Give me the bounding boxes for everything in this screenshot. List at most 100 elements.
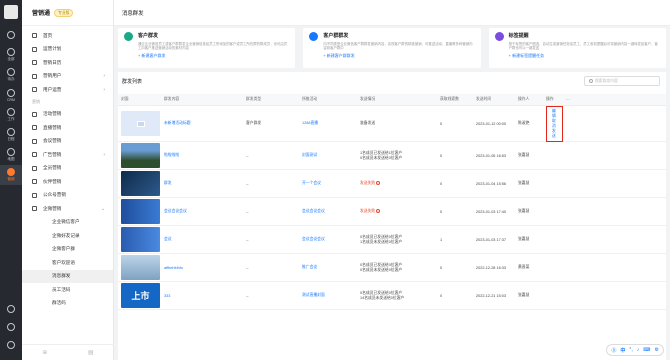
broadcast-type: 客户群发: [246, 121, 262, 125]
ime-item[interactable]: ♪: [637, 347, 640, 353]
sidebar-item-label: 运营计划: [43, 46, 62, 52]
rail-item-7[interactable]: 营销: [0, 165, 22, 185]
sidebar-item[interactable]: 活动营销: [22, 108, 113, 122]
content-link[interactable]: 333: [161, 294, 243, 298]
activity-link[interactable]: 测试直播封面: [299, 293, 357, 298]
sidebar-subitem[interactable]: 企微客户群: [22, 243, 113, 257]
rail-item-4[interactable]: 工作: [0, 105, 22, 125]
ime-item[interactable]: °,: [629, 347, 632, 353]
sidebar-subitem[interactable]: 消息群发: [22, 269, 113, 283]
card-create-link[interactable]: + 新建客户群群发: [323, 53, 474, 59]
card-create-link[interactable]: + 新建标签提醒任务: [509, 53, 660, 59]
nav-icon: [32, 179, 37, 185]
sidebar-subitem[interactable]: 员工活码: [22, 283, 113, 297]
sidebar-item[interactable]: 广告营销 ›: [22, 148, 113, 162]
rail-item-2[interactable]: 待办: [0, 65, 22, 85]
rail-item-3[interactable]: CRM: [0, 85, 22, 105]
send-status: 1名成员已发送给1位客户 0名成员未发送给0位客户: [357, 151, 437, 161]
rail-item-6[interactable]: 地图: [0, 145, 22, 165]
sidebar-item[interactable]: 营销用户 ›: [22, 70, 113, 84]
ime-item[interactable]: ⚙: [655, 347, 659, 353]
sidebar-item-label: 用户运营: [43, 86, 62, 92]
content-link[interactable]: 啦啦啦啦: [161, 153, 243, 158]
leads-count: 0: [440, 209, 443, 214]
table-row[interactable]: 啦啦啦啦 -- 封面测试 1名成员已发送给1位客户 0名成员未发送给0位客户 0 2023-…: [118, 142, 666, 170]
activity-link[interactable]: 会议会议会议: [299, 237, 357, 242]
sidebar-subitem[interactable]: 企微好友记录: [22, 229, 113, 243]
cover-thumbnail: [121, 227, 160, 252]
collapse-icon[interactable]: ⊕: [42, 349, 47, 356]
table-row[interactable]: 会议会议会议 -- 会议会议会议 发送失败 0 2023-01-03 17:40 张嘉慧: [118, 198, 666, 226]
activity-link[interactable]: 推广会议: [299, 265, 357, 270]
sidebar-item[interactable]: 营销日历: [22, 56, 113, 70]
broadcast-type: --: [246, 153, 249, 158]
sidebar-subitem[interactable]: 群活码: [22, 297, 113, 311]
broadcast-type: --: [246, 265, 249, 270]
content-link[interactable]: affbehfdhfo: [161, 266, 243, 270]
activity-link[interactable]: 会议会议会议: [299, 209, 357, 214]
send-time: 2023-01-03 17:37: [476, 237, 506, 242]
table-row[interactable]: 群发 -- 开一个会议 发送失败 0 2023-01-04 15:56 张嘉慧: [118, 170, 666, 198]
pin-icon[interactable]: ▤: [88, 349, 94, 356]
activity-link[interactable]: 1288直播: [299, 121, 357, 126]
warning-icon[interactable]: [376, 181, 381, 185]
activity-link[interactable]: 开一个会议: [299, 181, 357, 186]
rail-label: 待办: [7, 77, 15, 81]
settings-icon[interactable]: [0, 318, 22, 336]
rail-item-1[interactable]: 全部: [0, 45, 22, 65]
sidebar-item[interactable]: 首页: [22, 29, 113, 43]
power-icon[interactable]: [0, 336, 22, 354]
card-create-link[interactable]: + 新建客户群发: [138, 53, 289, 59]
sidebar-item-label: 活动营销: [43, 111, 62, 117]
sidebar-item[interactable]: 企微营销 ⌄: [22, 202, 113, 216]
sidebar-item[interactable]: 伙伴营销: [22, 175, 113, 189]
sidebar-item-label: 营销用户: [43, 73, 62, 79]
table-row[interactable]: 会议 -- 会议会议会议 0名成员已发送给0位客户 1名成员未发送给0位客户 1 2023-…: [118, 226, 666, 254]
sidebar-footer: ⊕ ▤: [22, 344, 114, 360]
feature-card: 标签提醒 基于标签的客户圈选，自动生成营销任务给员工，员工收到提醒后可将营销内容一…: [488, 28, 666, 68]
edit-button[interactable]: 编辑: [552, 109, 557, 119]
send-status: 发送失败: [357, 181, 437, 186]
ime-item[interactable]: ⌨: [643, 347, 650, 353]
sidebar-subitem[interactable]: 客户欢迎语: [22, 256, 113, 270]
sidebar-item[interactable]: 用户运营 ›: [22, 83, 113, 97]
column-header: 发送时间: [476, 97, 492, 101]
ime-toolbar[interactable]: ⓪ 中 °, ♪ ⌨ ⚙: [606, 344, 664, 356]
cancel-send-button[interactable]: 取消发送: [552, 119, 557, 139]
table-row[interactable]: 未新增活动标题 客户群发 1288直播 准备发送 0 2023-01-12 00:00 陈淑…: [118, 105, 666, 142]
help-icon[interactable]: [0, 300, 22, 318]
sidebar-item-label: 首页: [43, 32, 53, 38]
sidebar-item[interactable]: 公众号营销: [22, 189, 113, 203]
column-header: ···: [566, 97, 570, 102]
sidebar-item[interactable]: 直播营销: [22, 121, 113, 135]
cover-cell: [118, 255, 161, 280]
content-link[interactable]: 未新增活动标题: [161, 121, 243, 126]
sidebar-section-label: 营销: [32, 99, 40, 104]
sidebar-item[interactable]: 全员营销: [22, 162, 113, 176]
search-input[interactable]: 搜索群发内容: [584, 76, 660, 86]
content-link[interactable]: 会议会议会议: [161, 209, 243, 214]
sidebar: 营销通 专业版 首页 运营计划 营销日历 营销用户 › 用户运营 › 营销 活动营销 直播营销 会议…: [22, 0, 114, 360]
sidebar-subitem[interactable]: 企业微信客户: [22, 216, 113, 230]
ime-item[interactable]: 中: [620, 347, 625, 354]
broadcast-type: --: [246, 181, 249, 186]
clock-icon: [7, 48, 15, 56]
feature-card: 客户群群发 向不同类型企业微信客户群群发营销内容，实现客户群的精准营销，可推送活动…: [303, 28, 481, 68]
warning-icon[interactable]: [376, 209, 381, 213]
table-row[interactable]: 上市 333 -- 测试直播封面 0名成员已发送给0位客户 14名成员未发送给0位客户 0 2…: [118, 282, 666, 310]
sidebar-item[interactable]: 会议营销: [22, 135, 113, 149]
rail-item-0[interactable]: [0, 25, 22, 45]
column-header: 获取线索数: [440, 97, 459, 101]
cover-thumbnail: [121, 171, 160, 196]
table-row[interactable]: affbehfdhfo -- 推广会议 0名成员已发送给0位客户 0名成员未发送给0位客…: [118, 254, 666, 282]
status-line: 0名成员未发送给0位客户: [360, 267, 403, 272]
rail-item-5[interactable]: 日程: [0, 125, 22, 145]
rail-label: 工作: [7, 117, 15, 121]
content-link[interactable]: 会议: [161, 237, 243, 242]
activity-link[interactable]: 封面测试: [299, 153, 357, 158]
send-status: 准备发送: [357, 121, 437, 126]
sidebar-item[interactable]: 运营计划: [22, 43, 113, 57]
content-link[interactable]: 群发: [161, 181, 243, 186]
send-status: 0名成员已发送给0位客户 0名成员未发送给0位客户: [357, 263, 437, 273]
leads-count: 0: [440, 121, 443, 126]
